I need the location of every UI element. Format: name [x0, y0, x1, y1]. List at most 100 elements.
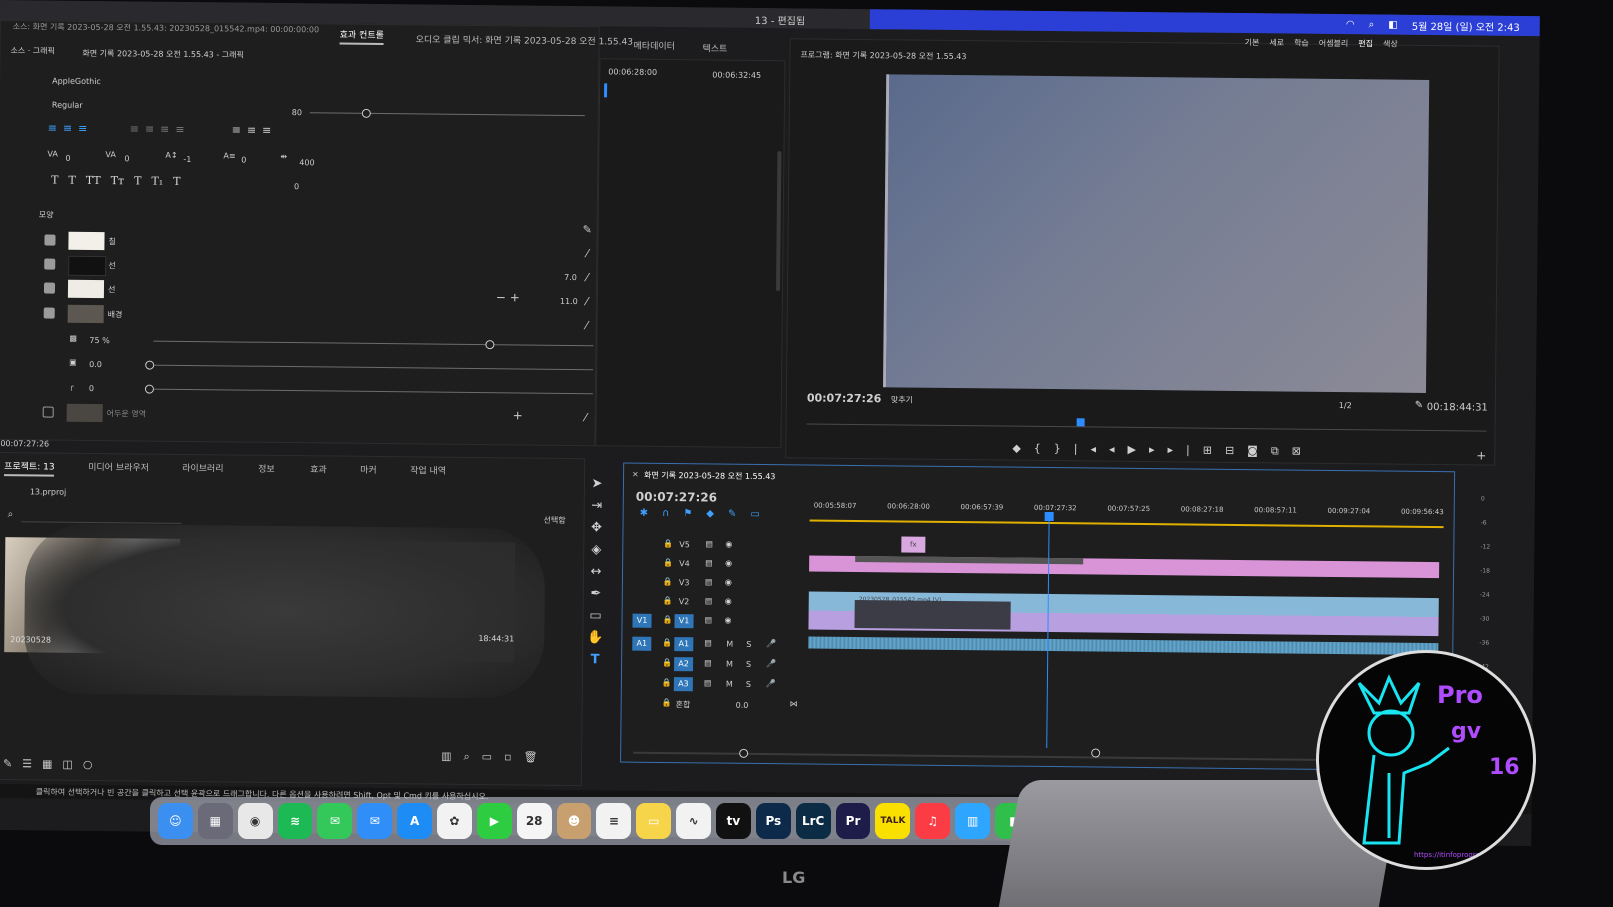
resolution-select[interactable]: 1/2 — [1339, 401, 1352, 410]
messages-icon[interactable]: ✉ — [317, 803, 353, 839]
track-target-a1[interactable]: A1 — [674, 637, 694, 652]
shadow-swatch[interactable] — [66, 403, 103, 423]
fx-clip[interactable]: fx — [901, 536, 926, 553]
workspace-vertical[interactable]: 세로 — [1269, 37, 1284, 48]
tab-effects[interactable]: 효과 — [310, 462, 327, 475]
mini-scrollbar[interactable] — [775, 151, 782, 292]
pen-tool-icon[interactable]: ✒ — [586, 586, 606, 601]
sync-icon[interactable]: ▤ — [704, 658, 712, 667]
timeline-tools[interactable]: ✱∩⚑◆✎▭ — [640, 508, 774, 520]
kakaotalk-icon[interactable]: TALK — [875, 803, 911, 839]
add-button[interactable]: + — [513, 408, 523, 422]
font-style[interactable]: Regular — [52, 101, 83, 110]
effect-mini-timeline[interactable]: 00:06:28:00 00:06:32:45 — [595, 58, 786, 449]
type-tool-icon[interactable]: T — [585, 652, 605, 667]
workspace-assembly[interactable]: 어셈블리 — [1319, 38, 1349, 49]
wrench-icon[interactable]: ✎ — [583, 223, 592, 236]
sync-icon[interactable]: ▤ — [704, 638, 712, 647]
justify-buttons[interactable]: ≡≡≡≡ — [130, 122, 191, 136]
stroke1-swatch[interactable] — [68, 255, 107, 277]
shadow-checkbox[interactable] — [42, 406, 54, 418]
solo-button[interactable]: S — [746, 640, 751, 649]
spotify-icon[interactable]: ≋ — [277, 803, 313, 839]
control-center-icon[interactable]: ◧ — [1388, 19, 1398, 30]
mini-playhead[interactable] — [604, 83, 608, 98]
program-video-frame[interactable] — [882, 74, 1430, 393]
align-buttons[interactable]: ≡≡≡ — [48, 122, 94, 135]
track-target-a2[interactable]: A2 — [674, 657, 694, 672]
font-size-value[interactable]: 80 — [292, 108, 302, 117]
appstore-icon[interactable]: A — [397, 803, 433, 839]
track-select-icon[interactable]: ⇥ — [587, 498, 607, 513]
tracking-value[interactable]: 0 — [65, 154, 70, 163]
tab-text[interactable]: 텍스트 — [702, 41, 727, 54]
program-playhead[interactable] — [1076, 418, 1085, 427]
project-footer-tools[interactable]: ✎☰▦◫○ — [3, 757, 103, 771]
razor-tool-icon[interactable]: ◈ — [586, 542, 606, 557]
opacity-value[interactable]: 75 % — [89, 336, 109, 345]
baseline-value[interactable]: -1 — [183, 155, 191, 164]
tab-effect-controls[interactable]: 효과 컨트롤 — [340, 28, 384, 41]
workspace-basic[interactable]: 기본 — [1245, 37, 1260, 48]
selection-tool-icon[interactable]: ➤ — [587, 476, 607, 491]
opacity-slider[interactable] — [153, 340, 594, 347]
eyedropper-icon[interactable]: ⁄ — [585, 411, 587, 424]
music-icon[interactable]: ♫ — [915, 803, 951, 839]
mix-end-icon[interactable]: ⋈ — [790, 699, 798, 708]
mix-value[interactable]: 0.0 — [736, 701, 749, 710]
eyedropper-icon[interactable]: ⁄ — [586, 319, 588, 332]
tab-info[interactable]: 정보 — [258, 462, 275, 475]
source-patch-v1[interactable]: V1 — [632, 613, 652, 628]
source-selector[interactable]: 소스 · 그래픽 — [10, 45, 55, 56]
timeline-ruler[interactable]: 00:05:58:07 00:06:28:00 00:06:57:39 00:0… — [814, 502, 1444, 519]
project-footer-actions[interactable]: ▥⌕▭▫🗑 — [441, 750, 550, 765]
workspace-color[interactable]: 색상 — [1383, 38, 1398, 49]
solo-button[interactable]: S — [746, 680, 751, 689]
eye-icon[interactable]: ◉ — [725, 578, 732, 587]
workspace-tabs[interactable]: 기본 세로 학습 어셈블리 편집 색상 — [1245, 37, 1398, 50]
tab-metadata[interactable]: 메타데이터 — [633, 39, 675, 52]
tab-history[interactable]: 작업 내역 — [410, 463, 446, 476]
finder-icon[interactable]: ☺ — [158, 803, 193, 839]
stroke1-value[interactable]: 7.0 — [564, 273, 577, 282]
mute-button[interactable]: M — [726, 680, 733, 689]
timeline-timecode[interactable]: 00:07:27:26 — [636, 490, 717, 505]
font-size-knob[interactable] — [361, 108, 371, 118]
background-checkbox[interactable] — [43, 307, 55, 319]
keynote-icon[interactable]: ▥ — [955, 803, 991, 839]
rectangle-tool-icon[interactable]: ▭ — [586, 608, 606, 623]
stroke1-checkbox[interactable] — [44, 258, 56, 270]
tab-media-browser[interactable]: 미디어 브라우저 — [88, 460, 149, 474]
search-icon[interactable]: ⌕ — [1369, 19, 1375, 30]
eyedropper-icon[interactable]: ⁄ — [586, 295, 588, 308]
appletv-icon[interactable]: tv — [716, 803, 751, 839]
faux-italic-button[interactable]: T — [68, 174, 75, 187]
fit-select[interactable]: 맞추기 — [891, 394, 913, 405]
premiere-icon[interactable]: Pr — [835, 803, 871, 839]
facetime-icon[interactable]: ▶ — [476, 803, 512, 839]
sync-icon[interactable]: ▤ — [705, 596, 713, 605]
playhead-handle[interactable] — [1044, 511, 1054, 522]
stroke2-value[interactable]: 11.0 — [560, 297, 578, 306]
mute-button[interactable]: M — [726, 660, 733, 669]
wrench-icon[interactable]: ✎ — [1415, 400, 1424, 411]
add-button[interactable]: + — [1476, 448, 1486, 462]
tsume-value[interactable]: 400 — [299, 158, 314, 167]
track-target-v1[interactable]: V1 — [674, 614, 694, 629]
timeline-title[interactable]: 화면 기록 2023-05-28 오전 1.55.43 — [644, 470, 775, 482]
clock[interactable]: 5월 28일 (일) 오전 2:43 — [1412, 17, 1520, 33]
small-caps-button[interactable]: Tт — [111, 174, 125, 187]
wifi-icon[interactable]: ◠ — [1346, 19, 1355, 30]
mail-icon[interactable]: ✉ — [357, 803, 393, 839]
mic-icon[interactable]: 🎤 — [766, 659, 776, 668]
eyedropper-icon[interactable]: ⁄ — [586, 247, 588, 260]
corner-knob[interactable] — [144, 384, 154, 394]
indent-value[interactable]: 0 — [294, 182, 299, 191]
mic-icon[interactable]: 🎤 — [766, 679, 776, 688]
workspace-learning[interactable]: 학습 — [1294, 38, 1309, 49]
calendar-icon[interactable]: 28 — [516, 803, 552, 839]
close-icon[interactable]: × — [632, 470, 639, 479]
size-knob[interactable] — [145, 360, 155, 370]
stroke2-checkbox[interactable] — [43, 282, 56, 294]
underline-button[interactable]: T — [173, 175, 180, 188]
